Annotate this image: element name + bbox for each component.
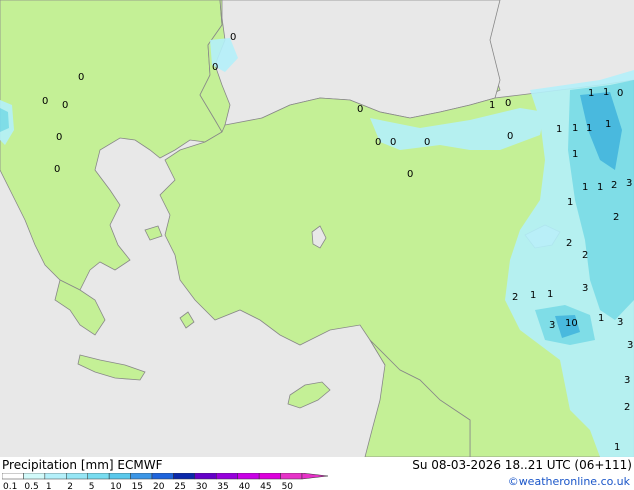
value-label: 0 [505, 98, 511, 109]
legend-swatch [130, 473, 153, 480]
legend-label: 0.1 [3, 482, 17, 490]
value-label: 3 [582, 283, 588, 294]
legend-swatch [151, 473, 174, 480]
value-label: 0 [42, 96, 48, 107]
value-label: 0 [617, 88, 623, 99]
legend-swatch [87, 473, 110, 480]
legend-label: 2 [67, 482, 73, 490]
legend-swatch [44, 473, 67, 480]
value-label: 0 [56, 132, 62, 143]
value-label: 0 [424, 137, 430, 148]
value-label: 3 [549, 320, 555, 331]
legend-swatch [23, 473, 46, 480]
legend-swatch [216, 473, 238, 480]
legend-label: 0.5 [24, 482, 38, 490]
value-label: 1 [572, 123, 578, 134]
legend-label: 15 [132, 482, 143, 490]
legend-colorbar: 0.1 0.5 1 2 5 10 15 20 25 30 35 40 45 50 [2, 473, 329, 490]
value-label: 1 [598, 313, 604, 324]
value-label: 1 [597, 182, 603, 193]
precipitation-map: 0 0 0 0 0 0 0 0 0 0 1 0 0 1 0 0 0 1 1 1 … [0, 0, 634, 490]
value-label: 1 [582, 182, 588, 193]
legend-swatch [2, 473, 24, 480]
value-label: 3 [617, 317, 623, 328]
value-label: 2 [613, 212, 619, 223]
value-label: 3 [627, 340, 633, 351]
legend-swatch [173, 473, 196, 480]
credit-link[interactable]: ©weatheronline.co.uk [508, 475, 630, 488]
legend-swatch [280, 473, 303, 480]
map-datetime: Su 08-03-2026 18..21 UTC (06+111) [412, 458, 632, 472]
value-label: 2 [611, 180, 617, 191]
legend-swatch [108, 473, 131, 480]
value-label: 10 [565, 318, 578, 329]
value-label: 0 [390, 137, 396, 148]
legend-swatch [194, 473, 217, 480]
legend-swatch [66, 473, 88, 480]
legend-label: 35 [217, 482, 228, 490]
legend-swatch [237, 473, 260, 480]
value-label: 1 [614, 442, 620, 453]
title-product: Precipitation [2, 458, 78, 472]
legend-label: 50 [282, 482, 294, 490]
footer: Precipitation [mm] ECMWF Su 08-03-2026 1… [0, 457, 634, 490]
legend-label: 5 [89, 482, 95, 490]
legend-label: 1 [46, 482, 52, 490]
value-label: 1 [588, 88, 594, 99]
legend-label: 20 [153, 482, 165, 490]
value-label: 0 [507, 131, 513, 142]
legend-label: 25 [174, 482, 185, 490]
value-label: 2 [566, 238, 572, 249]
legend-label: 40 [239, 482, 251, 490]
value-label: 1 [586, 123, 592, 134]
legend-label: 45 [260, 482, 271, 490]
map-canvas: 0 0 0 0 0 0 0 0 0 0 1 0 0 1 0 0 0 1 1 1 … [0, 0, 634, 457]
value-label: 3 [624, 375, 630, 386]
value-label: 0 [212, 62, 218, 73]
legend-arrow [301, 473, 329, 480]
value-label: 2 [512, 292, 518, 303]
value-label: 0 [375, 137, 381, 148]
title-unit: [mm] [80, 458, 114, 472]
value-label: 1 [605, 119, 611, 130]
value-label: 1 [489, 100, 495, 111]
value-label: 2 [582, 250, 588, 261]
value-label: 1 [567, 197, 573, 208]
value-label: 3 [626, 178, 632, 189]
value-label: 0 [357, 104, 363, 115]
value-label: 1 [603, 87, 609, 98]
value-label: 0 [230, 32, 236, 43]
value-label: 1 [547, 289, 553, 300]
legend-label: 10 [110, 482, 122, 490]
value-label: 1 [572, 149, 578, 160]
map-title: Precipitation [mm] ECMWF [2, 458, 163, 472]
value-label: 2 [624, 402, 630, 413]
value-label: 1 [530, 290, 536, 301]
legend-label: 30 [196, 482, 208, 490]
title-model: ECMWF [117, 458, 163, 472]
value-label: 0 [62, 100, 68, 111]
value-label: 0 [78, 72, 84, 83]
legend-swatch [258, 473, 281, 480]
value-label: 0 [407, 169, 413, 180]
value-label: 0 [54, 164, 60, 175]
value-label: 1 [556, 124, 562, 135]
